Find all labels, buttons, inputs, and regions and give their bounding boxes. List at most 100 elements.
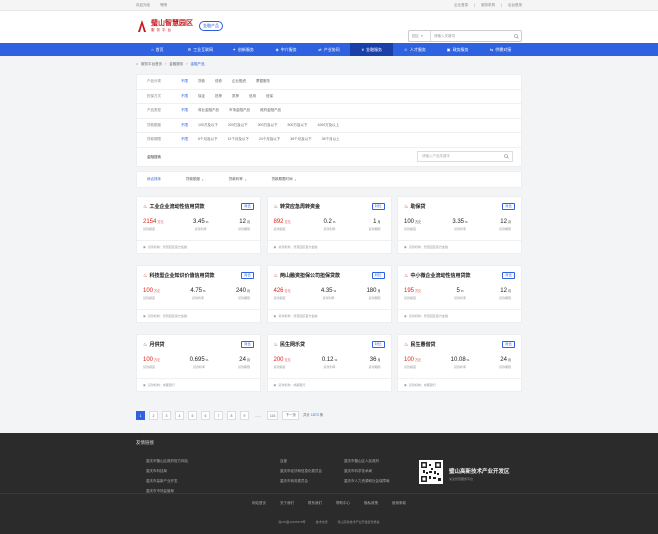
card-title[interactable]: ♨ 助保贷 bbox=[404, 203, 515, 211]
filter-option[interactable]: 24个月及以下 bbox=[259, 137, 280, 142]
filter-option[interactable]: 36个月及以下 bbox=[290, 137, 311, 142]
footer-link[interactable]: 重庆市商务委员会 bbox=[280, 479, 344, 484]
card-title[interactable]: ♨ 转贷应急周转资金 bbox=[274, 203, 385, 211]
compare-button[interactable]: 对比 bbox=[371, 272, 385, 279]
compare-button[interactable]: 对比 bbox=[502, 203, 515, 210]
footer-nav-link[interactable]: 使用条款 bbox=[392, 501, 406, 506]
breadcrumb-finance[interactable]: 金融服务 bbox=[169, 62, 183, 67]
footer-link[interactable]: 重庆市璧山区政府官方网站 bbox=[146, 459, 280, 464]
filter-option[interactable]: 200万及以下 bbox=[228, 123, 248, 128]
compare-button[interactable]: 对比 bbox=[241, 203, 254, 210]
nav-item[interactable]: ⇄ 产业协同 bbox=[308, 43, 351, 56]
card-title[interactable]: ♨ 民生惠借贷 bbox=[404, 341, 515, 349]
filter-option[interactable]: 36个月以上 bbox=[322, 137, 340, 142]
search-input[interactable]: 请输入关键词 bbox=[431, 34, 511, 39]
product-card[interactable]: ♨ 工业企业流动性信用贷款 对比 2154万元 贷款额度 3.45% 贷款利率 12月 贷款期限… bbox=[136, 196, 261, 254]
filter-option[interactable]: 不限 bbox=[181, 123, 188, 128]
nav-item[interactable]: ☺ 人才服务 bbox=[393, 43, 436, 56]
filter-option[interactable]: 保证 bbox=[198, 94, 205, 99]
filter-option[interactable]: 1000万及以上 bbox=[317, 123, 339, 128]
filter-option[interactable]: 不限 bbox=[181, 108, 188, 113]
footer-link[interactable]: 重庆市经济和信息化委员会 bbox=[280, 469, 344, 474]
card-title[interactable]: ♨ 工业企业流动性信用贷款 bbox=[143, 203, 254, 211]
card-title[interactable]: ♨ 中小微企业流动性信用贷款 bbox=[404, 272, 515, 280]
sort-default[interactable]: 综合排序 bbox=[147, 177, 161, 182]
filter-option[interactable]: 6个月及以下 bbox=[198, 137, 217, 142]
admin-login-link[interactable]: 后台登录 bbox=[508, 3, 522, 8]
nav-item[interactable]: ⚙ 工业互联网 bbox=[179, 43, 222, 56]
filter-option[interactable]: 不限 bbox=[181, 79, 188, 84]
search-scope-select[interactable]: 园区 ▾ bbox=[409, 31, 431, 41]
footer-nav-link[interactable]: 隐私政策 bbox=[364, 501, 378, 506]
product-card[interactable]: ♨ 助保贷 对比 100万元 贷款额度 3.35% 贷款利率 12月 贷款期限 ▣ 贷款机构：智慧园… bbox=[397, 196, 522, 254]
filter-option[interactable]: 贷款 bbox=[198, 79, 205, 84]
breadcrumb-home[interactable]: 服务平台首页 bbox=[141, 62, 162, 67]
product-card[interactable]: ♨ 中小微企业流动性信用贷款 对比 195万元 贷款额度 5% 贷款利率 12月 贷款期限 ▣ 贷款… bbox=[397, 265, 522, 323]
user-name[interactable]: 嘿嘿 bbox=[160, 3, 167, 8]
footer-link[interactable]: 重庆市人力资源和社会保障局 bbox=[344, 479, 404, 484]
filter-option[interactable]: 政府金融产品 bbox=[260, 108, 281, 113]
filter-option[interactable]: 商业金融产品 bbox=[198, 108, 219, 113]
filter-option[interactable]: 信用 bbox=[249, 94, 256, 99]
nav-item[interactable]: ✦ 创新服务 bbox=[222, 43, 265, 56]
page-button[interactable]: 7 bbox=[214, 411, 223, 420]
filter-option[interactable]: 抵押 bbox=[215, 94, 222, 99]
compare-button[interactable]: 对比 bbox=[502, 341, 515, 348]
nav-item[interactable]: ▣ 政务服务 bbox=[436, 43, 479, 56]
filter-option[interactable]: 信保 bbox=[266, 94, 273, 99]
filter-option[interactable]: 质押 bbox=[232, 94, 239, 99]
footer-link[interactable]: 重庆市科技局 bbox=[146, 469, 280, 474]
sort-amount[interactable]: 贷款额度 ↕ bbox=[186, 177, 204, 182]
page-button[interactable]: 3 bbox=[162, 411, 171, 420]
page-button[interactable]: 9 bbox=[240, 411, 249, 420]
card-title[interactable]: ♨ 科技型企业知识价值信用贷款 bbox=[143, 272, 254, 280]
sort-term[interactable]: 贷款期限时间 ↕ bbox=[272, 177, 297, 182]
footer-nav-link[interactable]: 网站首页 bbox=[252, 501, 266, 506]
filter-option[interactable]: 100万及以下 bbox=[198, 123, 218, 128]
page-button[interactable]: 4 bbox=[175, 411, 184, 420]
page-button-last[interactable]: 115 bbox=[266, 411, 279, 420]
card-title[interactable]: ♨ 月供贷 bbox=[143, 341, 254, 349]
page-button[interactable]: 1 bbox=[136, 411, 145, 420]
filter-option[interactable]: 12个月及以下 bbox=[227, 137, 248, 142]
compare-button[interactable]: 对比 bbox=[241, 341, 254, 348]
footer-nav-link[interactable]: 联系我们 bbox=[308, 501, 322, 506]
page-button[interactable]: 2 bbox=[149, 411, 158, 420]
filter-option[interactable]: 不限 bbox=[181, 137, 188, 142]
product-card[interactable]: ♨ 科技型企业知识价值信用贷款 对比 100万元 贷款额度 4.75% 贷款利率 240月 贷款… bbox=[136, 265, 261, 323]
compare-button[interactable]: 对比 bbox=[502, 272, 515, 279]
card-title[interactable]: ♨ 民生网乐贷 bbox=[274, 341, 385, 349]
logo[interactable]: 璧山智慧园区 服务平台 金融产品 bbox=[136, 19, 223, 33]
footer-link[interactable]: 重庆市科学技术局 bbox=[344, 469, 404, 474]
footer-link[interactable]: 重庆市璧山区人民政府 bbox=[344, 459, 404, 464]
search-icon[interactable] bbox=[504, 153, 509, 160]
filter-option[interactable]: 不限 bbox=[181, 94, 188, 99]
filter-option[interactable]: 债券 bbox=[215, 79, 222, 84]
filter-option[interactable]: 市场金融产品 bbox=[229, 108, 250, 113]
enterprise-login-link[interactable]: 企业登录 bbox=[454, 3, 468, 8]
product-card[interactable]: ♨ 两山融资担保公司担保贷款 对比 426万元 贷款额度 4.35% 贷款利率 180月 贷款期… bbox=[266, 265, 392, 323]
product-card[interactable]: ♨ 民生网乐贷 对比 200万元 贷款额度 0.12% 贷款利率 36月 贷款期限 ▣ 贷款机构：成… bbox=[266, 334, 392, 392]
nav-item[interactable]: ¥ 金融服务 bbox=[350, 43, 394, 56]
filter-option[interactable]: 企业融资 bbox=[232, 79, 246, 84]
card-title[interactable]: ♨ 两山融资担保公司担保贷款 bbox=[274, 272, 385, 280]
compare-button[interactable]: 对比 bbox=[241, 272, 254, 279]
nav-item[interactable]: ◈ 中介服务 bbox=[265, 43, 308, 56]
page-button[interactable]: 5 bbox=[188, 411, 197, 420]
page-button[interactable]: 8 bbox=[227, 411, 236, 420]
sort-rate[interactable]: 贷款利率 ↕ bbox=[229, 177, 247, 182]
footer-link[interactable]: 百度 bbox=[280, 459, 344, 464]
filter-option[interactable]: 500万及以下 bbox=[288, 123, 308, 128]
footer-nav-link[interactable]: 帮助中心 bbox=[336, 501, 350, 506]
footer-link[interactable]: 重庆市高新产业开发 bbox=[146, 479, 280, 484]
page-button[interactable]: 6 bbox=[201, 411, 210, 420]
nav-item[interactable]: ⌂ 首页 bbox=[136, 43, 179, 56]
next-page-button[interactable]: 下一页 bbox=[282, 411, 299, 420]
product-card[interactable]: ♨ 民生惠借贷 对比 100万元 贷款额度 10.08% 贷款利率 24月 贷款期限 ▣ 贷款机构：… bbox=[397, 334, 522, 392]
service-org-link[interactable]: 服务机构 bbox=[481, 3, 495, 8]
compare-button[interactable]: 对比 bbox=[371, 341, 385, 348]
product-card[interactable]: ♨ 转贷应急周转资金 对比 892万元 贷款额度 0.2% 贷款利率 1月 贷款期限 ▣ 贷款机构：… bbox=[266, 196, 392, 254]
filter-option[interactable]: 300万及以下 bbox=[258, 123, 278, 128]
keyword-input[interactable]: 请输入产品关键字 bbox=[417, 150, 513, 162]
product-card[interactable]: ♨ 月供贷 对比 100万元 贷款额度 0.695% 贷款利率 24月 贷款期限 ▣ 贷款机构：成都… bbox=[136, 334, 261, 392]
